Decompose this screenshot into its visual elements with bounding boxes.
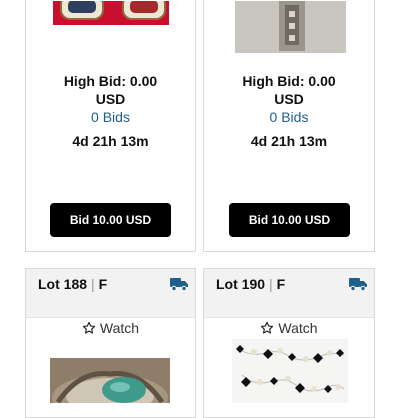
- watch-label: Watch: [278, 320, 318, 336]
- currency: USD: [95, 91, 126, 107]
- lot-separator: |: [269, 276, 273, 292]
- bid-info: High Bid: 0.00 USD 0 Bids 4d 21h 13m: [26, 72, 195, 149]
- lot-card: High Bid: 0.00 USD 0 Bids 4d 21h 13m Bid…: [25, 0, 196, 252]
- bids-link[interactable]: 0 Bids: [204, 108, 374, 126]
- bid-button[interactable]: Bid 10.00 USD: [50, 203, 171, 237]
- lot-title[interactable]: Lot 190 | F: [216, 276, 285, 292]
- bid-button[interactable]: Bid 10.00 USD: [229, 203, 350, 237]
- bids-link[interactable]: 0 Bids: [26, 108, 195, 126]
- lot-number: Lot 188: [38, 276, 88, 292]
- currency: USD: [274, 91, 304, 107]
- lot-title[interactable]: Lot 188 | F: [38, 276, 107, 292]
- lot-card: Lot 190 | F Watch: [203, 268, 375, 418]
- high-bid: High Bid: 0.00: [242, 73, 336, 89]
- high-bid: High Bid: 0.00: [63, 73, 158, 89]
- truck-icon: [170, 278, 188, 291]
- bid-info: High Bid: 0.00 USD 0 Bids 4d 21h 13m: [204, 72, 374, 149]
- time-left: 4d 21h 13m: [250, 133, 328, 149]
- lot-header: Lot 190 | F: [204, 269, 374, 318]
- lot-grade: F: [276, 276, 286, 292]
- watch-label: Watch: [99, 320, 140, 336]
- lot-header: Lot 188 | F: [26, 269, 195, 318]
- lot-number: Lot 190: [216, 276, 266, 292]
- lot-thumbnail[interactable]: [235, 1, 346, 53]
- lot-grade: F: [98, 276, 108, 292]
- lot-card: High Bid: 0.00 USD 0 Bids 4d 21h 13m Bid…: [203, 0, 375, 252]
- lot-thumbnail[interactable]: [53, 1, 169, 25]
- star-icon: [261, 321, 274, 334]
- lot-separator: |: [91, 276, 95, 292]
- lot-thumbnail[interactable]: [50, 358, 170, 403]
- watch-button[interactable]: Watch: [26, 320, 195, 336]
- lot-card: Lot 188 | F Watch: [25, 268, 196, 418]
- star-icon: [82, 321, 96, 334]
- time-left: 4d 21h 13m: [72, 133, 149, 149]
- lot-thumbnail[interactable]: [232, 339, 348, 403]
- watch-button[interactable]: Watch: [204, 320, 374, 336]
- truck-icon: [349, 278, 367, 291]
